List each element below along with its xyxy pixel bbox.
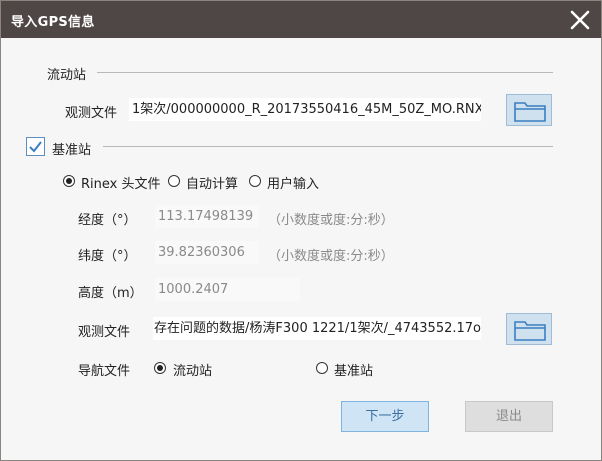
radio-nav-rover[interactable] [154,362,166,374]
base-browse-button[interactable] [506,313,552,345]
exit-button[interactable]: 退出 [465,401,553,432]
base-obs-file-field[interactable]: 存在问题的数据/杨涛F300 1221/1架次/_4743552.17o [153,317,481,340]
height-label: 高度（m） [78,286,143,301]
radio-user-input[interactable] [249,175,261,187]
radio-nav-rover-label: 流动站 [173,364,213,379]
dialog-title: 导入GPS信息 [11,15,95,30]
longitude-label: 经度（°） [78,213,137,228]
height-field[interactable]: 1000.2407 [155,278,300,301]
close-icon [570,10,590,30]
base-station-label: 基准站 [52,143,92,158]
radio-auto-calc[interactable] [168,175,180,187]
radio-nav-base[interactable] [316,362,328,374]
latitude-label: 纬度（°） [78,249,137,264]
longitude-hint: （小数度或度:分:秒） [268,213,394,228]
base-obs-file-value: 存在问题的数据/杨涛F300 1221/1架次/_4743552.17o [154,321,481,336]
radio-rinex-header-label: Rinex 头文件 [81,177,161,192]
longitude-field[interactable]: 113.17498139 [155,205,259,228]
rover-obs-label: 观测文件 [65,106,118,121]
base-group-divider [103,146,553,147]
rover-group-label: 流动站 [47,68,87,83]
folder-icon [514,102,546,122]
title-bar: 导入GPS信息 [1,1,601,38]
nav-file-label: 导航文件 [78,364,131,379]
base-obs-label: 观测文件 [78,325,131,340]
rover-obs-file-field[interactable]: 1架次/000000000_R_20173550416_45M_50Z_MO.R… [129,98,481,121]
import-gps-dialog: 导入GPS信息 流动站 观测文件 1架次/000000000_R_2017355… [0,0,602,461]
folder-icon [514,321,546,341]
latitude-field[interactable]: 39.82360306 [155,241,259,264]
latitude-hint: （小数度或度:分:秒） [268,249,394,264]
rover-browse-button[interactable] [506,94,552,126]
rover-group-divider [97,72,553,73]
radio-rinex-header[interactable] [63,175,75,187]
radio-auto-calc-label: 自动计算 [186,177,239,192]
close-button[interactable] [565,5,595,35]
checkmark-icon [29,141,42,153]
base-station-checkbox[interactable] [26,137,45,156]
radio-nav-base-label: 基准站 [334,364,374,379]
next-button[interactable]: 下一步 [341,401,429,432]
radio-user-input-label: 用户输入 [267,177,320,192]
